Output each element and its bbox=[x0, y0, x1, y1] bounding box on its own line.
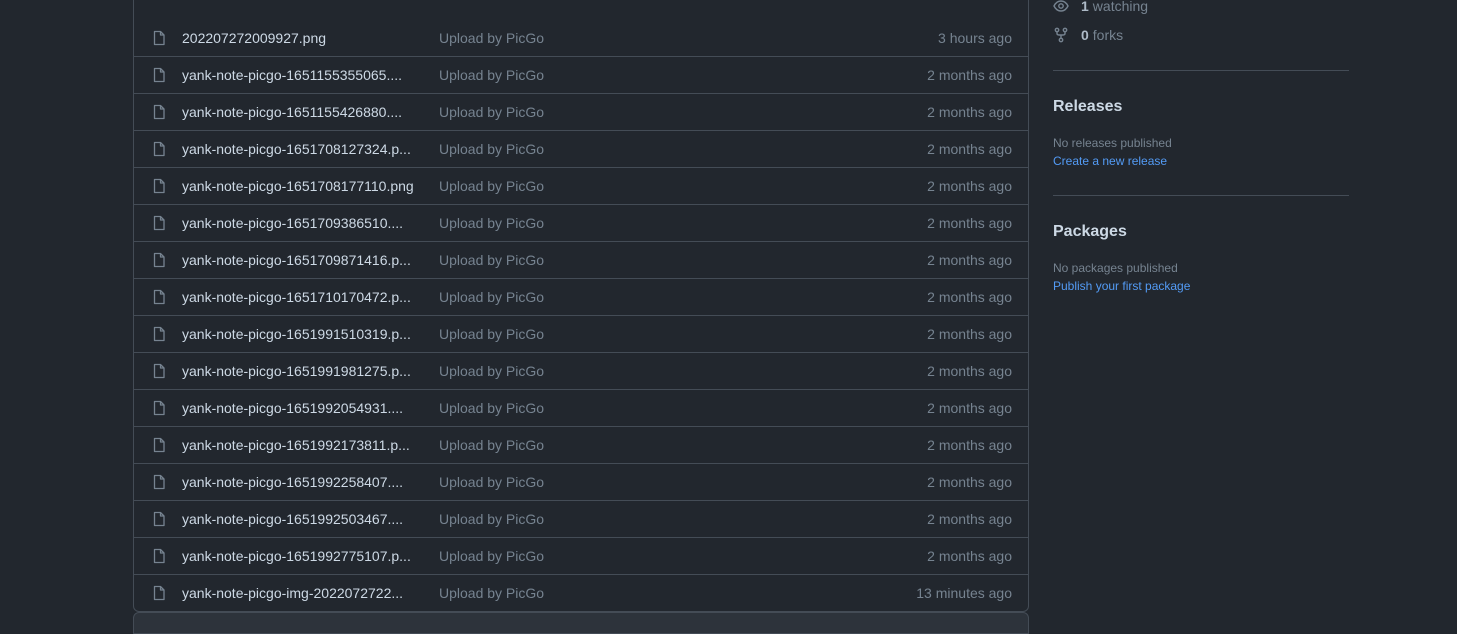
commit-message-link[interactable]: Upload by PicGo bbox=[439, 363, 544, 379]
commit-message-link[interactable]: Upload by PicGo bbox=[439, 548, 544, 564]
file-icon bbox=[151, 67, 167, 83]
watching-label: watching bbox=[1092, 0, 1149, 14]
commit-message-link[interactable]: Upload by PicGo bbox=[439, 104, 544, 120]
create-release-link[interactable]: Create a new release bbox=[1053, 154, 1167, 168]
file-row-parent bbox=[134, 0, 1028, 20]
file-name-link[interactable]: yank-note-picgo-1651992173811.p... bbox=[182, 437, 424, 453]
file-icon bbox=[151, 215, 167, 231]
publish-package-link[interactable]: Publish your first package bbox=[1053, 279, 1190, 293]
readme-header bbox=[133, 612, 1029, 634]
file-name-link[interactable]: yank-note-picgo-1651708127324.p... bbox=[182, 141, 424, 157]
commit-message-link[interactable]: Upload by PicGo bbox=[439, 67, 544, 83]
forks-stat[interactable]: 0 forks bbox=[1053, 27, 1123, 43]
commit-age: 2 months ago bbox=[927, 215, 1012, 231]
commit-age: 2 months ago bbox=[927, 474, 1012, 490]
commit-age: 2 months ago bbox=[927, 326, 1012, 342]
commit-age: 3 hours ago bbox=[938, 30, 1012, 46]
file-row[interactable]: yank-note-picgo-1651992775107.p... Upload… bbox=[134, 537, 1028, 574]
file-name-link[interactable]: yank-note-picgo-1651991510319.p... bbox=[182, 326, 424, 342]
file-row[interactable]: yank-note-picgo-1651992173811.p... Upload… bbox=[134, 426, 1028, 463]
commit-message-link[interactable]: Upload by PicGo bbox=[439, 30, 544, 46]
commit-age: 2 months ago bbox=[927, 289, 1012, 305]
file-name-link[interactable]: 202207272009927.png bbox=[182, 30, 424, 46]
commit-message-link[interactable]: Upload by PicGo bbox=[439, 437, 544, 453]
commit-age: 2 months ago bbox=[927, 67, 1012, 83]
commit-age: 2 months ago bbox=[927, 437, 1012, 453]
file-list: 202207272009927.png Upload by PicGo 3 hour… bbox=[133, 0, 1029, 612]
file-name-link[interactable]: yank-note-picgo-1651710170472.p... bbox=[182, 289, 424, 305]
commit-message-link[interactable]: Upload by PicGo bbox=[439, 215, 544, 231]
eye-icon bbox=[1053, 0, 1069, 12]
file-row[interactable]: yank-note-picgo-1651709871416.p... Upload… bbox=[134, 241, 1028, 278]
packages-title[interactable]: Packages bbox=[1053, 223, 1127, 241]
file-icon bbox=[151, 400, 167, 416]
file-name-link[interactable]: yank-note-picgo-1651992054931.... bbox=[182, 400, 424, 416]
file-name-link[interactable]: yank-note-picgo-1651709871416.p... bbox=[182, 252, 424, 268]
file-icon bbox=[151, 30, 167, 46]
commit-message-link[interactable]: Upload by PicGo bbox=[439, 289, 544, 305]
file-name-link[interactable]: yank-note-picgo-1651991981275.p... bbox=[182, 363, 424, 379]
file-icon bbox=[151, 178, 167, 194]
file-row[interactable]: yank-note-picgo-1651155355065.... Upload … bbox=[134, 56, 1028, 93]
file-row[interactable]: yank-note-picgo-1651155426880.... Upload … bbox=[134, 93, 1028, 130]
releases-title[interactable]: Releases bbox=[1053, 98, 1122, 116]
file-icon bbox=[151, 474, 167, 490]
divider bbox=[1053, 70, 1349, 71]
commit-message-link[interactable]: Upload by PicGo bbox=[439, 326, 544, 342]
file-name-link[interactable]: yank-note-picgo-1651708177110.png bbox=[182, 178, 424, 194]
file-name-link[interactable]: yank-note-picgo-1651709386510.... bbox=[182, 215, 424, 231]
file-icon bbox=[151, 585, 167, 601]
file-name-link[interactable]: yank-note-picgo-1651155426880.... bbox=[182, 104, 424, 120]
commit-age: 13 minutes ago bbox=[916, 585, 1012, 601]
file-icon bbox=[151, 511, 167, 527]
commit-age: 2 months ago bbox=[927, 104, 1012, 120]
file-row[interactable]: yank-note-picgo-1651992054931.... Upload … bbox=[134, 389, 1028, 426]
divider bbox=[1053, 195, 1349, 196]
file-icon bbox=[151, 548, 167, 564]
file-row[interactable]: yank-note-picgo-1651709386510.... Upload … bbox=[134, 204, 1028, 241]
watching-count: 1 bbox=[1081, 0, 1089, 14]
file-row[interactable]: yank-note-picgo-1651991510319.p... Upload… bbox=[134, 315, 1028, 352]
commit-message-link[interactable]: Upload by PicGo bbox=[439, 474, 544, 490]
commit-message-link[interactable]: Upload by PicGo bbox=[439, 585, 544, 601]
watching-stat[interactable]: 1 watching bbox=[1053, 0, 1148, 14]
file-row[interactable]: yank-note-picgo-1651710170472.p... Upload… bbox=[134, 278, 1028, 315]
file-icon bbox=[151, 363, 167, 379]
file-row[interactable]: 202207272009927.png Upload by PicGo 3 hour… bbox=[134, 20, 1028, 56]
commit-message-link[interactable]: Upload by PicGo bbox=[439, 141, 544, 157]
file-row[interactable]: yank-note-picgo-1651708177110.png Upload … bbox=[134, 167, 1028, 204]
commit-age: 2 months ago bbox=[927, 363, 1012, 379]
file-name-link[interactable]: yank-note-picgo-1651992775107.p... bbox=[182, 548, 424, 564]
forks-count: 0 bbox=[1081, 27, 1089, 43]
file-icon bbox=[151, 289, 167, 305]
commit-age: 2 months ago bbox=[927, 548, 1012, 564]
file-row[interactable]: yank-note-picgo-1651992503467.... Upload … bbox=[134, 500, 1028, 537]
file-icon bbox=[151, 141, 167, 157]
file-icon bbox=[151, 252, 167, 268]
commit-message-link[interactable]: Upload by PicGo bbox=[439, 400, 544, 416]
file-name-link[interactable]: yank-note-picgo-1651992258407.... bbox=[182, 474, 424, 490]
file-name-link[interactable]: yank-note-picgo-img-2022072722... bbox=[182, 585, 424, 601]
fork-icon bbox=[1054, 27, 1068, 43]
file-row[interactable]: yank-note-picgo-img-2022072722... Upload … bbox=[134, 574, 1028, 611]
forks-label: forks bbox=[1092, 27, 1124, 43]
commit-message-link[interactable]: Upload by PicGo bbox=[439, 511, 544, 527]
releases-note: No releases published bbox=[1053, 136, 1172, 150]
file-icon bbox=[151, 326, 167, 342]
packages-note: No packages published bbox=[1053, 261, 1178, 275]
file-row[interactable]: yank-note-picgo-1651708127324.p... Upload… bbox=[134, 130, 1028, 167]
commit-age: 2 months ago bbox=[927, 252, 1012, 268]
commit-age: 2 months ago bbox=[927, 511, 1012, 527]
file-name-link[interactable]: yank-note-picgo-1651155355065.... bbox=[182, 67, 424, 83]
commit-age: 2 months ago bbox=[927, 400, 1012, 416]
file-icon bbox=[151, 437, 167, 453]
commit-message-link[interactable]: Upload by PicGo bbox=[439, 252, 544, 268]
file-name-link[interactable]: yank-note-picgo-1651992503467.... bbox=[182, 511, 424, 527]
file-row[interactable]: yank-note-picgo-1651992258407.... Upload … bbox=[134, 463, 1028, 500]
file-icon bbox=[151, 104, 167, 120]
commit-age: 2 months ago bbox=[927, 141, 1012, 157]
file-row[interactable]: yank-note-picgo-1651991981275.p... Upload… bbox=[134, 352, 1028, 389]
commit-message-link[interactable]: Upload by PicGo bbox=[439, 178, 544, 194]
commit-age: 2 months ago bbox=[927, 178, 1012, 194]
